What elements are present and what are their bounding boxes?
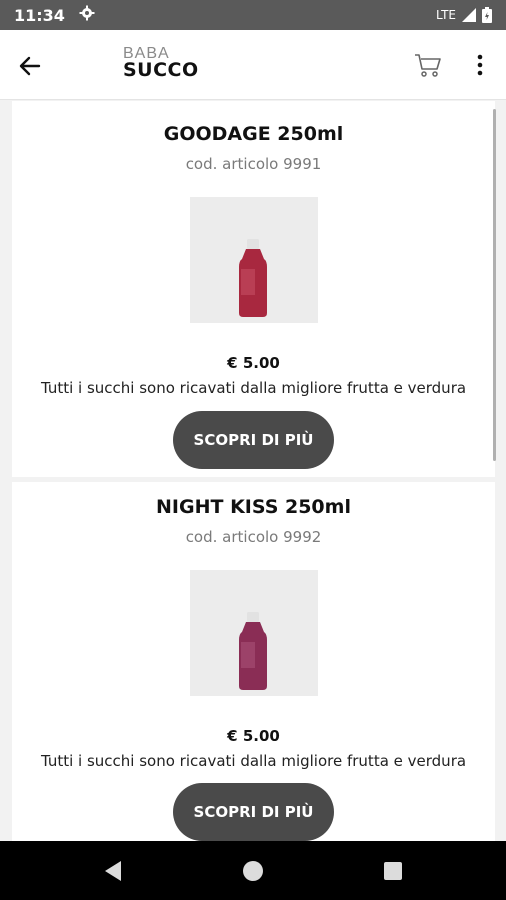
discover-more-button[interactable]: SCOPRI DI PIÙ (173, 411, 334, 469)
bottle-image (239, 239, 267, 317)
product-code: cod. articolo 9991 (185, 155, 322, 173)
product-image[interactable] (190, 570, 318, 696)
product-image[interactable] (190, 197, 318, 323)
product-title: NIGHT KISS 250ml (156, 496, 351, 518)
network-type: LTE (436, 8, 456, 22)
product-card: GOODAGE 250ml cod. articolo 9991 € 5.00 … (12, 101, 495, 477)
nav-recent-apps-icon[interactable] (384, 862, 402, 880)
nav-home-icon[interactable] (243, 861, 263, 881)
bottle-image (239, 612, 267, 690)
system-nav-bar (0, 841, 506, 900)
more-vertical-icon (477, 54, 483, 76)
logo-bottom-text: SUCCO (123, 59, 199, 81)
nav-back-icon[interactable] (103, 860, 123, 882)
signal-icon (462, 8, 476, 22)
app-bar: BABA SUCCO (0, 30, 506, 100)
product-description: Tutti i succhi sono ricavati dalla migli… (40, 752, 467, 770)
back-button[interactable] (14, 50, 46, 82)
logo: BABA SUCCO (123, 46, 199, 80)
product-code: cod. articolo 9992 (185, 528, 322, 546)
product-list[interactable]: GOODAGE 250ml cod. articolo 9991 € 5.00 … (0, 101, 506, 841)
product-title: GOODAGE 250ml (163, 123, 344, 145)
gear-icon (79, 5, 95, 26)
status-bar: 11:34 LTE (0, 0, 506, 30)
cart-icon (415, 54, 441, 77)
scrollbar[interactable] (493, 109, 496, 461)
product-card: NIGHT KISS 250ml cod. articolo 9992 € 5.… (12, 482, 495, 841)
status-time: 11:34 (14, 5, 65, 25)
cart-button[interactable] (413, 50, 443, 80)
arrow-left-icon (19, 56, 41, 76)
product-price: € 5.00 (227, 727, 280, 745)
discover-more-button[interactable]: SCOPRI DI PIÙ (173, 783, 334, 841)
battery-icon (482, 7, 492, 23)
more-options-button[interactable] (466, 50, 494, 80)
status-indicators: LTE (436, 7, 492, 23)
product-description: Tutti i succhi sono ricavati dalla migli… (40, 379, 467, 397)
product-price: € 5.00 (227, 354, 280, 372)
